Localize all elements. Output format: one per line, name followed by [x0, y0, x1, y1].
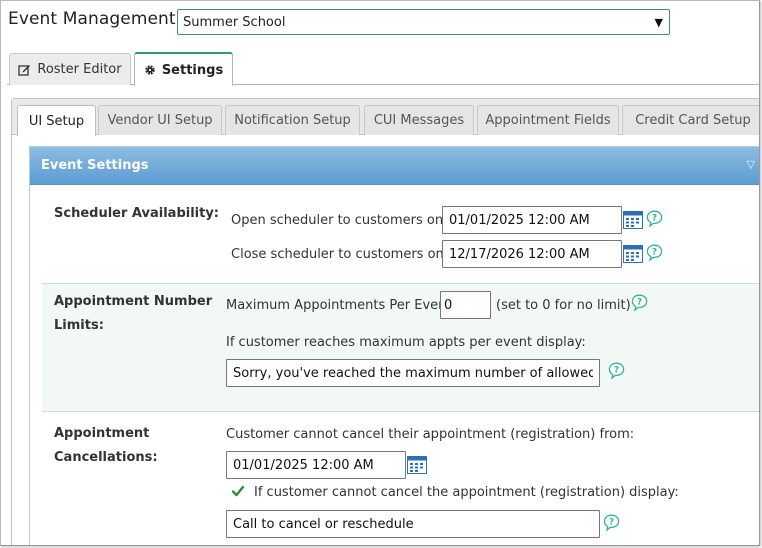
- event-settings-panel: Event Settings ▽ Scheduler Availability:…: [29, 146, 759, 545]
- calendar-icon[interactable]: [407, 456, 427, 474]
- cancel-from-label: Customer cannot cancel their appointment…: [226, 427, 635, 442]
- scheduler-availability-section: Scheduler Availability: Open scheduler t…: [42, 185, 759, 283]
- calendar-icon[interactable]: [623, 211, 643, 229]
- cannot-cancel-display-label: If customer cannot cancel the appointmen…: [254, 485, 679, 500]
- scheduler-availability-label: Scheduler Availability:: [54, 206, 220, 221]
- cancel-from-date-input[interactable]: [226, 451, 406, 479]
- tab-vendor-ui-setup[interactable]: Vendor UI Setup: [98, 105, 222, 135]
- dropdown-arrow-icon[interactable]: ▼: [655, 16, 663, 29]
- max-appointments-input[interactable]: [440, 291, 491, 319]
- cancellations-label-line1: Appointment: [54, 426, 150, 441]
- collapse-triangle-icon[interactable]: ▽: [747, 158, 755, 171]
- gear-icon: [145, 65, 155, 75]
- help-icon[interactable]: ?: [646, 210, 663, 227]
- svg-text:?: ?: [652, 214, 657, 224]
- tab-credit-card-setup[interactable]: Credit Card Setup: [622, 105, 759, 135]
- help-icon[interactable]: ?: [608, 362, 625, 379]
- max-reached-message-input[interactable]: [226, 359, 600, 387]
- max-appointments-label: Maximum Appointments Per Event:: [226, 298, 456, 313]
- event-management-label: Event Management:: [8, 9, 182, 29]
- event-select[interactable]: Summer School ▼: [177, 9, 670, 35]
- cancellations-label-line2: Cancellations:: [54, 450, 158, 465]
- app-window: Event Management: Summer School ▼ Roster…: [0, 0, 760, 546]
- tab-roster-editor-label: Roster Editor: [37, 62, 122, 77]
- appointment-limits-section: Appointment Number Limits: Maximum Appoi…: [42, 283, 759, 412]
- appointment-cancellations-section: Appointment Cancellations: Customer cann…: [42, 412, 759, 545]
- open-scheduler-label: Open scheduler to customers on:: [231, 213, 448, 228]
- help-icon[interactable]: ?: [631, 294, 648, 311]
- appointment-limits-label-line2: Limits:: [54, 318, 104, 333]
- tab-ui-setup[interactable]: UI Setup: [17, 105, 96, 136]
- close-scheduler-date-input[interactable]: [442, 240, 622, 268]
- tab-settings[interactable]: Settings: [134, 52, 233, 86]
- tab-settings-label: Settings: [161, 62, 224, 78]
- calendar-icon[interactable]: [623, 245, 643, 263]
- checkbox-checked-icon[interactable]: [231, 484, 245, 498]
- event-settings-title: Event Settings: [41, 158, 149, 173]
- tab-cui-messages[interactable]: CUI Messages: [364, 105, 474, 135]
- appointment-limits-label-line1: Appointment Number: [54, 294, 213, 309]
- tab-roster-editor[interactable]: Roster Editor: [9, 53, 131, 85]
- tab-appointment-fields[interactable]: Appointment Fields: [477, 105, 619, 135]
- svg-text:?: ?: [652, 248, 657, 258]
- max-appointments-hint: (set to 0 for no limit): [496, 298, 631, 313]
- svg-text:?: ?: [614, 366, 619, 376]
- close-scheduler-label: Close scheduler to customers on:: [231, 247, 449, 262]
- max-reached-display-label: If customer reaches maximum appts per ev…: [226, 335, 586, 350]
- cannot-cancel-message-input[interactable]: [226, 510, 600, 538]
- edit-icon: [18, 65, 31, 76]
- inner-tab-bar: UI Setup Vendor UI Setup Notification Se…: [12, 99, 759, 136]
- tab-notification-setup[interactable]: Notification Setup: [225, 105, 360, 135]
- open-scheduler-date-input[interactable]: [442, 206, 622, 234]
- help-icon[interactable]: ?: [603, 514, 620, 531]
- svg-text:?: ?: [637, 298, 642, 308]
- help-icon[interactable]: ?: [646, 244, 663, 261]
- event-select-value: Summer School: [183, 15, 286, 30]
- svg-text:?: ?: [609, 518, 614, 528]
- event-settings-header[interactable]: Event Settings ▽: [30, 147, 759, 185]
